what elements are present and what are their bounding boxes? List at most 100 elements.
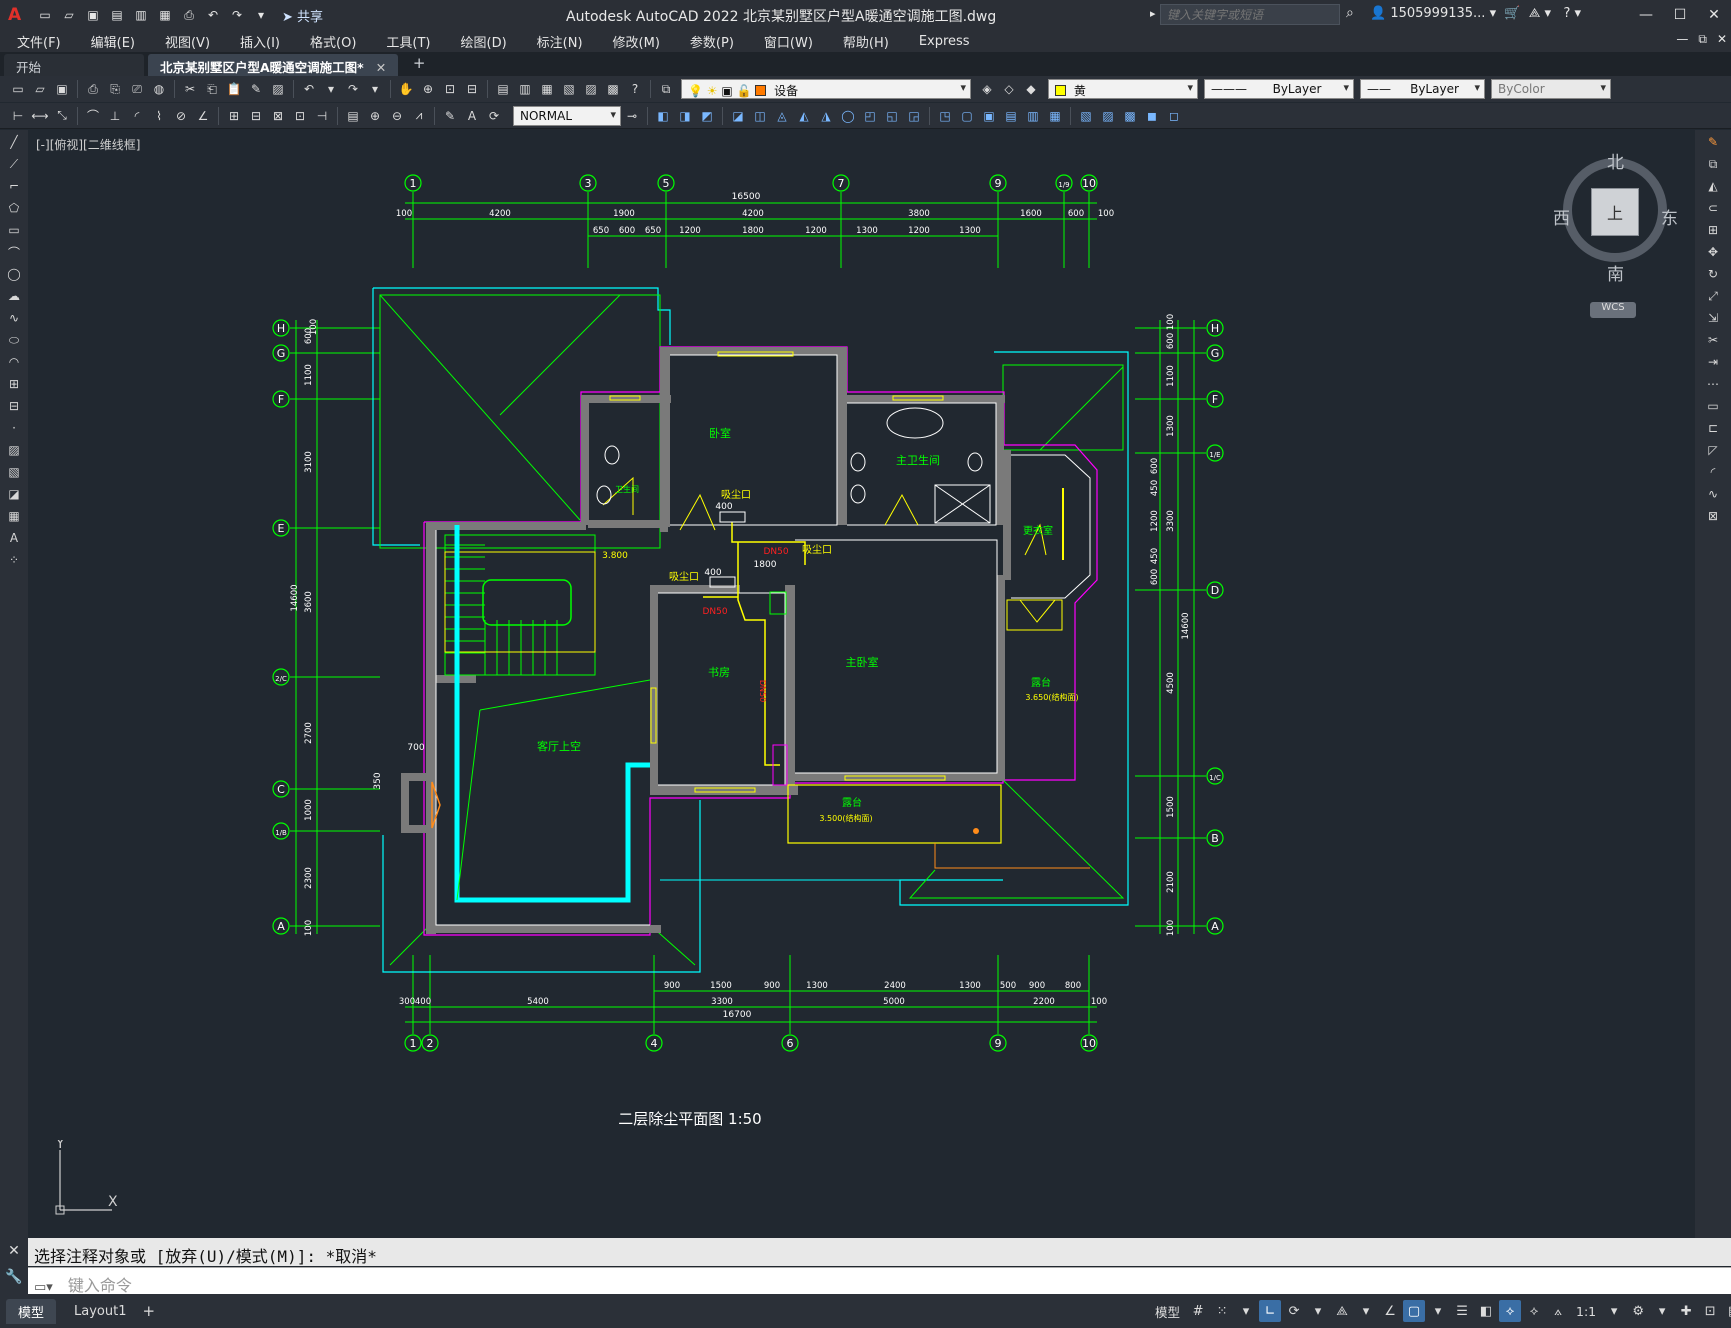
model-space-button[interactable]: 模型 (1150, 1302, 1185, 1321)
cut-icon[interactable]: ✂ (180, 79, 200, 99)
search-input[interactable] (1160, 4, 1340, 25)
ellipse-arc-icon[interactable]: ◠ (3, 352, 25, 372)
revolve-icon[interactable]: ◫ (750, 106, 770, 126)
annotation-scale-value[interactable]: 1:1 (1571, 1304, 1601, 1319)
mirror-icon[interactable]: ◭ (1701, 176, 1725, 196)
tab-model[interactable]: 模型 (6, 1298, 57, 1324)
loft-icon[interactable]: ◭ (794, 106, 814, 126)
arc-icon[interactable]: ⌒ (3, 242, 25, 262)
construction-line-icon[interactable]: ⟋ (3, 154, 25, 174)
box-icon[interactable]: ◧ (653, 106, 673, 126)
join-icon[interactable]: ⊏ (1701, 418, 1725, 438)
snap-icon[interactable]: ⁙ (1211, 1300, 1233, 1322)
tolerance-icon[interactable]: ▤ (343, 106, 363, 126)
customize-dropdown-icon[interactable]: ▾ (252, 6, 270, 24)
redo-icon[interactable]: ↷ (228, 6, 246, 24)
drawing-area[interactable]: [-][俯视][二维线框] 1 3 5 7 9 1/9 10 1 2 4 6 9 10 H G F E 2/C C 1… (28, 130, 1695, 1238)
shell-icon[interactable]: ▢ (957, 106, 977, 126)
close-icon[interactable]: ✕ (1697, 0, 1731, 30)
plot-icon[interactable]: ⎙ (83, 79, 103, 99)
radius-dim-icon[interactable]: ◜ (127, 106, 147, 126)
help-icon[interactable]: ? (625, 79, 645, 99)
section-icon[interactable]: ◱ (882, 106, 902, 126)
camera-icon[interactable]: ◼ (1142, 106, 1162, 126)
annotation-scale-icon[interactable]: ⟑ (1547, 1300, 1569, 1322)
quick-dimension-icon[interactable]: ⊞ (224, 106, 244, 126)
cylinder-icon[interactable]: ◨ (675, 106, 695, 126)
baseline-dim-icon[interactable]: ⊟ (246, 106, 266, 126)
auto-scale-icon[interactable]: ⟡ (1523, 1300, 1545, 1322)
add-selected-icon[interactable]: ⁘ (3, 550, 25, 570)
block-editor-icon[interactable]: ▨ (268, 79, 288, 99)
compass-south[interactable]: 南 (1607, 260, 1624, 285)
lineweight-icon[interactable]: ☰ (1451, 1300, 1473, 1322)
tab-start[interactable]: 开始 (4, 54, 144, 76)
maximize-icon[interactable]: ☐ (1663, 0, 1697, 30)
tab-close-icon[interactable]: ✕ (376, 60, 386, 75)
chamfer-icon[interactable]: ◸ (1701, 440, 1725, 460)
circle-icon[interactable]: ◯ (3, 264, 25, 284)
polyline-icon[interactable]: ⌐ (3, 176, 25, 196)
menu-insert[interactable]: 插入(I) (223, 32, 293, 51)
command-input[interactable]: ▭▾ 键入命令 (28, 1267, 1731, 1295)
open-file-icon[interactable]: ▱ (60, 6, 78, 24)
search-icon[interactable]: ⌕ (1346, 5, 1354, 21)
floor-plan-drawing[interactable]: 1 3 5 7 9 1/9 101 2 4 6 9 10HGFE2/CC1/BAHGF1/ED1/CB… (28, 130, 1695, 1238)
menu-tools[interactable]: 工具(T) (369, 32, 443, 51)
tab-layout1[interactable]: Layout1 (62, 1301, 138, 1322)
osnap-dropdown-icon[interactable]: ▾ (1427, 1300, 1449, 1322)
redo-dropdown-icon[interactable]: ▾ (365, 79, 385, 99)
layer-match-icon[interactable]: ◆ (1021, 79, 1041, 99)
extend-icon[interactable]: ⇥ (1701, 352, 1725, 372)
render-icon[interactable]: ▧ (1076, 106, 1096, 126)
hatch-icon[interactable]: ▨ (3, 440, 25, 460)
app-logo[interactable]: A (8, 5, 30, 25)
viewcube[interactable]: 上 北 南 西 东 (1553, 148, 1678, 288)
menu-format[interactable]: 格式(O) (293, 32, 369, 51)
dim-space-icon[interactable]: ⊡ (290, 106, 310, 126)
zoom-realtime-icon[interactable]: ⊕ (418, 79, 438, 99)
thicken-icon[interactable]: ◲ (904, 106, 924, 126)
calculator-icon[interactable]: ▩ (603, 79, 623, 99)
jogged-linear-icon[interactable]: ⩘ (409, 106, 429, 126)
doc-restore-icon[interactable]: ⧉ (1698, 32, 1707, 47)
undo-icon[interactable]: ↶ (204, 6, 222, 24)
region-icon[interactable]: ◪ (3, 484, 25, 504)
quick-properties-icon[interactable]: ▤ (1723, 1300, 1731, 1322)
erase-icon[interactable]: ✎ (1701, 132, 1725, 152)
ellipse-icon[interactable]: ⬭ (3, 330, 25, 350)
linetype-dropdown[interactable]: ——— ByLayer ▾ (1204, 79, 1354, 99)
extrude-icon[interactable]: ◪ (728, 106, 748, 126)
add-layout-button[interactable]: + (142, 1302, 155, 1320)
rotate-icon[interactable]: ↻ (1701, 264, 1725, 284)
plotstyle-dropdown[interactable]: ByColor ▾ (1491, 79, 1611, 99)
properties-icon[interactable]: ▤ (493, 79, 513, 99)
break-icon[interactable]: ▭ (1701, 396, 1725, 416)
gradient-icon[interactable]: ▧ (3, 462, 25, 482)
ordinate-dim-icon[interactable]: ⊥ (105, 106, 125, 126)
dim-style-icon[interactable]: ⊸ (622, 106, 642, 126)
open-icon[interactable]: ▱ (30, 79, 50, 99)
continue-dim-icon[interactable]: ⊠ (268, 106, 288, 126)
3d-print-icon[interactable]: ◍ (149, 79, 169, 99)
menu-file[interactable]: 文件(F) (0, 32, 74, 51)
color-dropdown[interactable]: 黄 ▾ (1048, 79, 1198, 99)
save-as-icon[interactable]: ▤ (108, 6, 126, 24)
copy-icon[interactable]: ⎗ (202, 79, 222, 99)
design-center-icon[interactable]: ▥ (515, 79, 535, 99)
polar-dropdown-icon[interactable]: ▾ (1307, 1300, 1329, 1322)
tab-drawing[interactable]: 北京某别墅区户型A暖通空调施工图* ✕ (148, 54, 399, 76)
ortho-icon[interactable]: ∟ (1259, 1300, 1282, 1322)
clean-icon[interactable]: ▤ (1001, 106, 1021, 126)
publish-icon[interactable]: ⎚ (127, 79, 147, 99)
workspace-dropdown-icon[interactable]: ▾ (1651, 1300, 1673, 1322)
offset-icon[interactable]: ⊂ (1701, 198, 1725, 218)
zoom-previous-icon[interactable]: ⊟ (462, 79, 482, 99)
lineweight-dropdown[interactable]: —— ByLayer ▾ (1360, 79, 1485, 99)
pan-icon[interactable]: ✋ (396, 79, 416, 99)
search-expand-icon[interactable]: ▸ (1150, 7, 1156, 20)
walk-icon[interactable]: ◻ (1164, 106, 1184, 126)
menu-edit[interactable]: 编辑(E) (74, 32, 148, 51)
rectangle-icon[interactable]: ▭ (3, 220, 25, 240)
presspull-icon[interactable]: ◮ (816, 106, 836, 126)
